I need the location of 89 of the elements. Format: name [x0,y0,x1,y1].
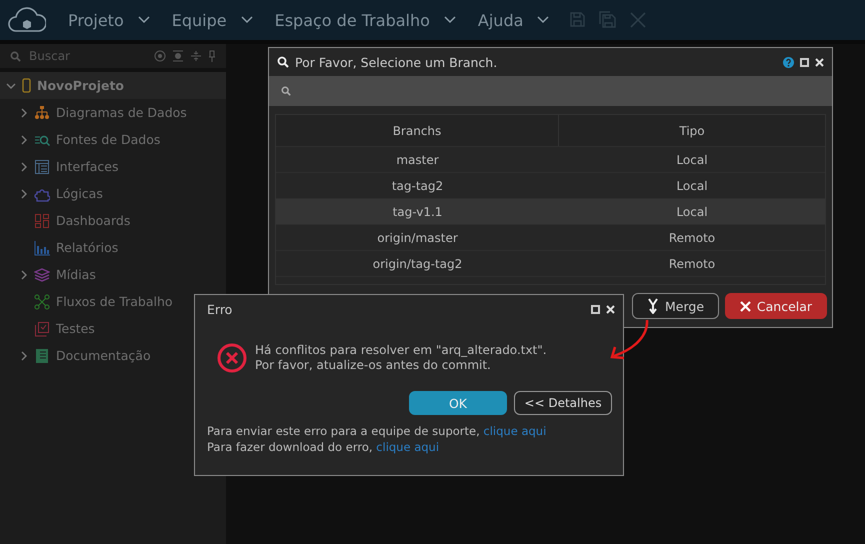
chevron-down-icon[interactable] [240,16,253,24]
chevron-right-icon[interactable] [20,108,28,118]
error-icon [217,343,247,373]
dashboard-icon [34,212,50,228]
chevron-right-icon[interactable] [20,270,28,280]
tree-label: Mídias [56,267,96,282]
chevron-right-icon[interactable] [20,162,28,172]
details-button[interactable]: << Detalhes [514,391,612,415]
tree-label: NovoProjeto [37,78,124,93]
tree-label: Interfaces [56,159,118,174]
help-icon[interactable] [783,56,794,68]
expand-icon[interactable] [172,50,184,62]
link[interactable]: clique aqui [376,440,440,454]
cancel-button[interactable]: Cancelar [725,293,827,319]
dialog-title: Erro [207,302,234,316]
media-icon [34,266,50,282]
table-row[interactable]: tag-v1.1 Local [276,199,825,225]
tree-label: Dashboards [56,213,130,228]
test-icon [34,320,50,336]
column-header[interactable]: Tipo [559,115,825,146]
doc-icon [34,348,50,364]
column-header[interactable]: Branchs [276,115,559,146]
pin-icon[interactable] [208,50,216,62]
tree-label: Fontes de Dados [56,132,160,147]
merge-button[interactable]: Merge [632,293,719,319]
tree-item[interactable]: Dashboards [0,207,134,234]
maximize-icon[interactable] [800,58,809,66]
tree-label: Fluxos de Trabalho [56,294,173,309]
help-text: Para fazer download do erro, clique aqui [207,439,440,455]
merge-icon [646,298,659,314]
table-row[interactable]: master Local [276,147,825,173]
search-icon [277,56,289,68]
table-cell-text: Local [675,178,709,194]
tree-item[interactable]: Testes [0,315,99,342]
tree-label: Lógicas [56,186,103,201]
tree-item[interactable]: NovoProjeto [0,72,226,99]
chevron-down-icon[interactable] [537,16,550,24]
error-message: Há conflitos para resolver em "arq_alterado.txt". Por favor, atualize-os antes do commit. [255,343,547,373]
locate-icon[interactable] [154,50,166,62]
menu-item[interactable]: Projeto [68,10,150,30]
help-text: Para enviar este erro para a equipe de suporte, clique aqui [207,423,548,439]
tree-item[interactable]: Relatórios [0,234,122,261]
tree-label: Relatórios [56,240,118,255]
tree-item[interactable]: Fluxos de Trabalho [0,288,177,315]
tree-label: Documentação [56,348,151,363]
collapse-icon[interactable] [190,50,202,62]
ok-button[interactable]: OK [409,391,507,415]
tree-label: Testes [56,321,95,336]
table-cell-text: Local [675,152,709,168]
tree-item[interactable]: Interfaces [0,153,122,180]
dialog-title: Por Favor, Selecione um Branch. [295,54,498,70]
table-cell-text: origin/tag-tag2 [372,256,464,272]
interface-icon [34,158,50,174]
chevron-right-icon[interactable] [20,188,28,198]
table-cell-text: tag-tag2 [390,178,444,194]
table-row[interactable]: origin/master Remoto [276,225,825,251]
chevron-right-icon[interactable] [20,350,28,360]
search-icon [10,50,21,62]
close-icon [740,300,751,312]
cloud-logo-icon[interactable] [8,5,46,35]
menu-item[interactable]: Ajuda [478,10,550,30]
tree-item[interactable]: Documentação [0,342,155,369]
tree-label: Diagramas de Dados [56,105,187,120]
table-cell-text: Remoto [668,256,716,272]
chevron-down-icon[interactable] [138,16,150,24]
flow-icon [34,294,50,310]
phone-icon [22,78,31,93]
table-row[interactable]: origin/tag-tag2 Remoto [276,251,825,277]
table-cell-text: master [395,152,440,168]
search-icon [281,86,291,96]
tree-item[interactable]: Diagramas de Dados [0,99,191,126]
report-icon [34,240,50,256]
chevron-down-icon[interactable] [444,16,456,24]
search-field[interactable]: Buscar [27,48,131,64]
tree-item[interactable]: Mídias [0,261,100,288]
link[interactable]: clique aqui [483,424,546,438]
menu-item[interactable]: Espaço de Trabalho [274,10,456,30]
menu-item[interactable]: Equipe [172,10,253,30]
table-cell-text: origin/master [376,230,459,246]
table-cell-text: Remoto [668,230,716,246]
tree-item[interactable]: Lógicas [0,180,107,207]
maximize-icon[interactable] [591,304,600,314]
table-cell-text: Local [675,204,709,220]
table-cell-text: tag-v1.1 [392,204,444,220]
tree-item[interactable]: Fontes de Dados [0,126,164,153]
search-field[interactable] [269,76,832,106]
chevron-down-icon[interactable] [6,82,16,90]
chevron-right-icon[interactable] [20,134,28,144]
diagram-icon [34,104,50,120]
